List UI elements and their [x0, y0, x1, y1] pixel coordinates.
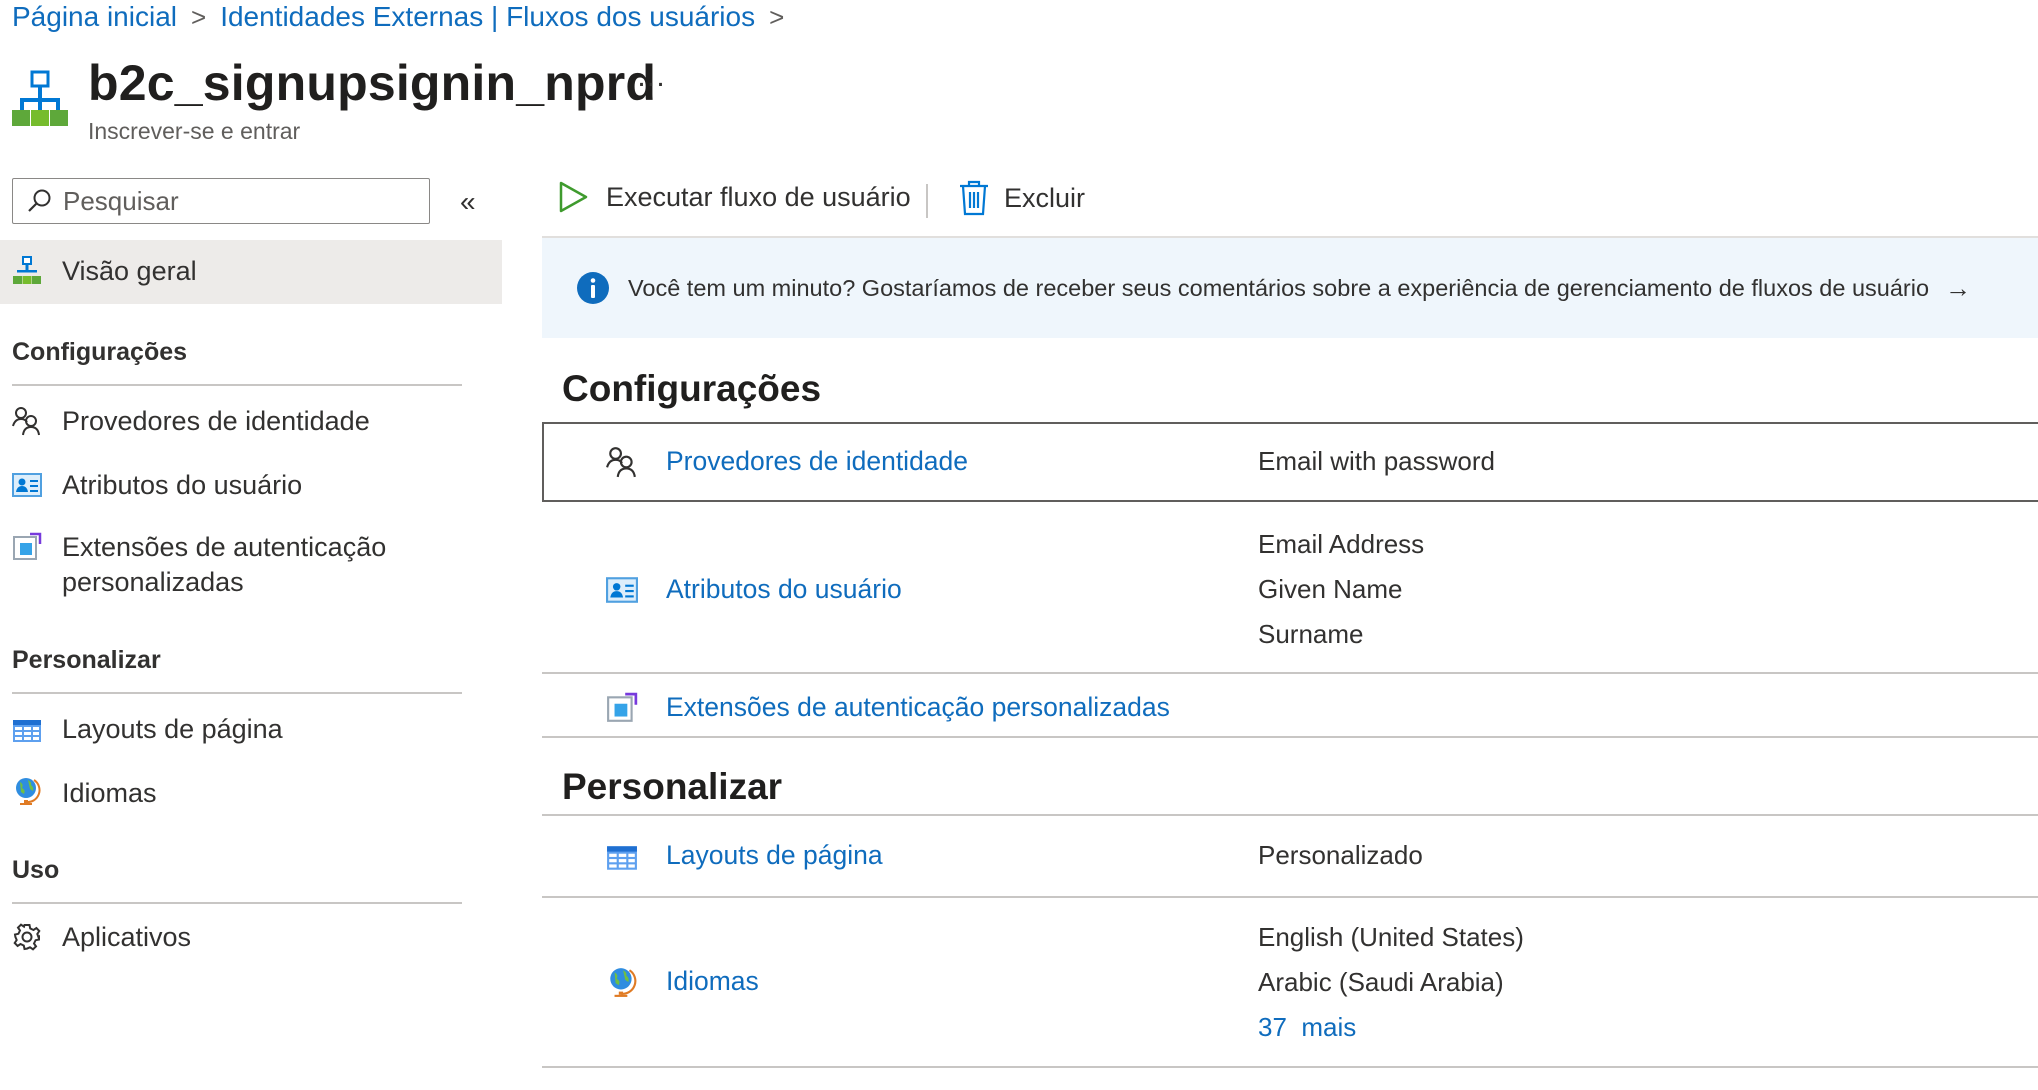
divider — [12, 384, 462, 386]
sidebar-item-applications[interactable]: Aplicativos — [0, 918, 502, 962]
trash-icon — [960, 180, 988, 216]
users-icon — [12, 407, 40, 436]
contact-card-icon — [12, 473, 42, 497]
sidebar-item-label: Aplicativos — [62, 922, 192, 952]
breadcrumb-home-link[interactable]: Página inicial — [12, 1, 177, 33]
search-input[interactable] — [61, 184, 405, 218]
table-icon — [607, 846, 637, 870]
sidebar-item-label: Provedores de identidade — [62, 406, 370, 436]
user-attribute-value: Surname — [1258, 619, 1364, 649]
sidebar-item-user-attributes[interactable]: Atributos do usuário — [0, 466, 502, 510]
user-attribute-value: Given Name — [1258, 574, 1403, 604]
breadcrumb-separator: > — [769, 1, 785, 32]
sidebar-group-usage: Uso — [12, 856, 60, 884]
page-title: b2c_signupsignin_nprd — [88, 55, 657, 111]
breadcrumb-separator: > — [191, 1, 207, 32]
section-title-customize: Personalizar — [562, 766, 783, 807]
toolbar-divider — [926, 184, 928, 218]
languages-link[interactable]: Idiomas — [666, 966, 759, 997]
sidebar-item-label-continued: personalizadas — [62, 567, 244, 597]
sidebar-item-custom-auth-extensions[interactable]: Extensões de autenticação personalizadas — [0, 528, 502, 602]
sidebar-item-label: Extensões de autenticação — [62, 532, 387, 562]
page-layouts-link[interactable]: Layouts de página — [666, 840, 883, 871]
more-options-button[interactable]: … — [636, 60, 666, 94]
breadcrumb-user-flows-link[interactable]: Identidades Externas | Fluxos dos usuári… — [220, 1, 755, 33]
globe-icon — [16, 778, 41, 805]
divider — [542, 814, 2038, 816]
identity-providers-value: Email with password — [1258, 446, 1495, 476]
play-icon — [559, 181, 588, 213]
divider — [542, 736, 2038, 738]
language-value: English (United States) — [1258, 922, 1524, 952]
custom-auth-extensions-link[interactable]: Extensões de autenticação personalizadas — [666, 692, 1170, 723]
sidebar-item-page-layouts[interactable]: Layouts de página — [0, 710, 502, 754]
globe-icon — [610, 968, 637, 997]
sidebar-item-label: Idiomas — [62, 778, 157, 808]
collapse-sidebar-button[interactable]: « — [460, 186, 476, 218]
run-user-flow-button[interactable]: Executar fluxo de usuário — [558, 180, 911, 214]
section-title-config: Configurações — [562, 368, 822, 409]
sidebar-item-overview[interactable]: Visão geral — [0, 240, 502, 304]
search-icon — [28, 189, 51, 212]
divider — [12, 902, 462, 904]
divider — [542, 672, 2038, 674]
sidebar-group-config: Configurações — [12, 338, 188, 366]
more-languages-label: mais — [1301, 1012, 1357, 1042]
user-flow-icon — [13, 256, 41, 284]
sidebar-item-label: Atributos do usuário — [62, 470, 303, 500]
feedback-banner[interactable]: Você tem um minuto? Gostaríamos de receb… — [542, 238, 2038, 338]
more-languages-count: 37 — [1258, 1012, 1287, 1042]
sidebar-item-label: Visão geral — [62, 256, 197, 286]
sidebar-item-label: Layouts de página — [62, 714, 283, 744]
extension-icon — [13, 532, 42, 560]
contact-card-icon — [606, 577, 638, 603]
divider — [542, 896, 2038, 898]
sidebar-item-identity-providers[interactable]: Provedores de identidade — [0, 402, 502, 446]
more-languages-link[interactable]: 37 mais — [1258, 1012, 1356, 1043]
extension-icon — [607, 692, 638, 722]
sidebar-item-languages[interactable]: Idiomas — [0, 774, 502, 818]
page-subtitle: Inscrever-se e entrar — [88, 118, 301, 144]
divider — [12, 692, 462, 694]
info-icon — [577, 272, 609, 304]
delete-button[interactable]: Excluir — [958, 180, 1085, 216]
language-value: Arabic (Saudi Arabia) — [1258, 967, 1504, 997]
user-attributes-link[interactable]: Atributos do usuário — [666, 574, 902, 605]
user-attribute-value: Email Address — [1258, 529, 1425, 559]
sidebar-group-customize: Personalizar — [12, 646, 161, 674]
table-icon — [13, 720, 41, 742]
page-layouts-value: Personalizado — [1258, 840, 1423, 870]
user-flow-icon — [12, 70, 68, 126]
gear-icon — [13, 923, 41, 951]
feedback-banner-text: Você tem um minuto? Gostaríamos de receb… — [628, 274, 1930, 301]
users-icon — [606, 447, 636, 478]
arrow-right-icon[interactable]: → — [1945, 273, 1971, 304]
breadcrumb: Página inicial > Identidades Externas | … — [12, 0, 798, 34]
delete-label: Excluir — [1004, 182, 1086, 213]
divider — [542, 1066, 2038, 1068]
sidebar-search[interactable] — [12, 178, 430, 224]
run-user-flow-label: Executar fluxo de usuário — [606, 181, 911, 212]
identity-providers-link[interactable]: Provedores de identidade — [666, 446, 968, 477]
